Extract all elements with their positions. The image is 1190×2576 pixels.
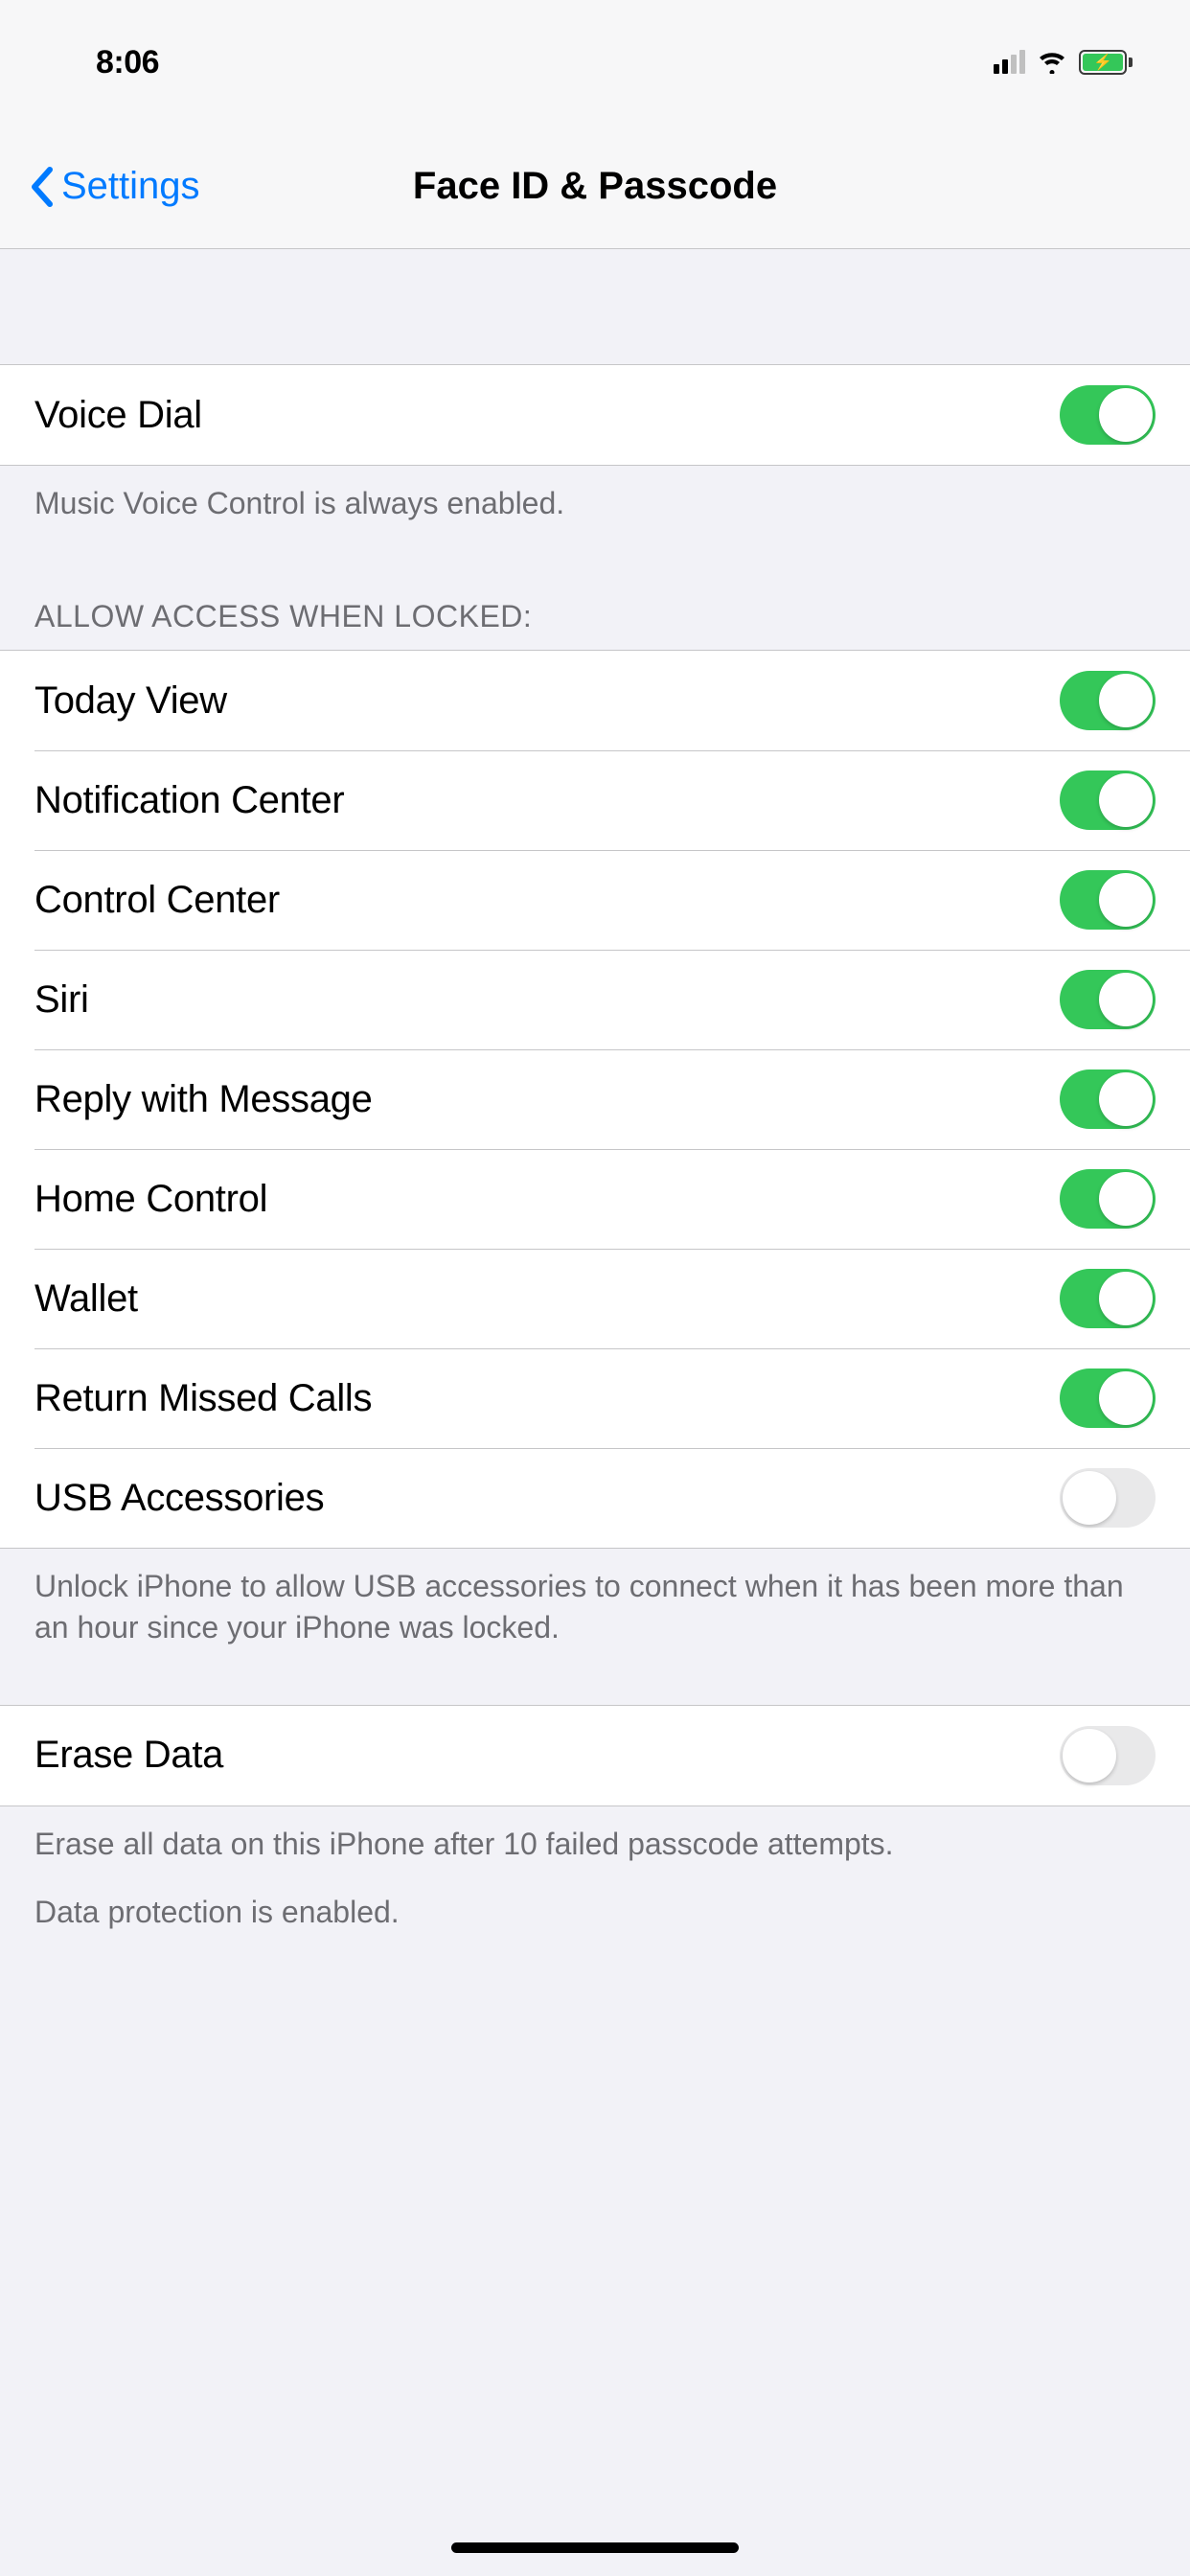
control-center-label: Control Center (34, 879, 280, 922)
wallet-row[interactable]: Wallet (0, 1249, 1190, 1348)
home-indicator[interactable] (451, 2542, 739, 2553)
reply-with-message-toggle[interactable] (1060, 1070, 1156, 1129)
status-indicators: ⚡ (994, 50, 1133, 75)
wifi-icon (1037, 51, 1067, 74)
status-bar: 8:06 ⚡ (0, 0, 1190, 125)
voice-dial-group: Voice Dial (0, 364, 1190, 466)
siri-row[interactable]: Siri (0, 950, 1190, 1049)
spacer (0, 249, 1190, 364)
battery-charging-icon: ⚡ (1079, 50, 1133, 75)
notification-center-toggle[interactable] (1060, 770, 1156, 830)
spacer (0, 1667, 1190, 1705)
return-missed-calls-label: Return Missed Calls (34, 1377, 372, 1420)
home-control-label: Home Control (34, 1178, 267, 1221)
cellular-signal-icon (994, 51, 1025, 74)
wallet-toggle[interactable] (1060, 1269, 1156, 1328)
usb-accessories-footer: Unlock iPhone to allow USB accessories t… (0, 1549, 1190, 1666)
control-center-row[interactable]: Control Center (0, 850, 1190, 950)
erase-data-footer-1: Erase all data on this iPhone after 10 f… (0, 1806, 1190, 1882)
voice-dial-toggle[interactable] (1060, 385, 1156, 445)
erase-data-footer-2: Data protection is enabled. (0, 1882, 1190, 1950)
page-title: Face ID & Passcode (413, 165, 777, 208)
voice-dial-row[interactable]: Voice Dial (0, 365, 1190, 465)
erase-data-row[interactable]: Erase Data (0, 1706, 1190, 1806)
usb-accessories-toggle[interactable] (1060, 1468, 1156, 1528)
siri-label: Siri (34, 978, 89, 1022)
back-label: Settings (61, 165, 200, 208)
chevron-left-icon (29, 166, 56, 208)
erase-data-toggle[interactable] (1060, 1726, 1156, 1785)
home-control-toggle[interactable] (1060, 1169, 1156, 1229)
today-view-toggle[interactable] (1060, 671, 1156, 730)
erase-data-label: Erase Data (34, 1734, 223, 1777)
control-center-toggle[interactable] (1060, 870, 1156, 930)
return-missed-calls-toggle[interactable] (1060, 1368, 1156, 1428)
navigation-bar: Settings Face ID & Passcode (0, 125, 1190, 249)
voice-dial-label: Voice Dial (34, 394, 202, 437)
allow-access-header: ALLOW ACCESS WHEN LOCKED: (0, 541, 1190, 650)
siri-toggle[interactable] (1060, 970, 1156, 1029)
wallet-label: Wallet (34, 1277, 138, 1321)
today-view-row[interactable]: Today View (0, 651, 1190, 750)
status-time: 8:06 (96, 44, 159, 81)
allow-access-group: Today View Notification Center Control C… (0, 650, 1190, 1549)
usb-accessories-label: USB Accessories (34, 1477, 324, 1520)
voice-dial-footer: Music Voice Control is always enabled. (0, 466, 1190, 541)
usb-accessories-row[interactable]: USB Accessories (0, 1448, 1190, 1548)
return-missed-calls-row[interactable]: Return Missed Calls (0, 1348, 1190, 1448)
notification-center-row[interactable]: Notification Center (0, 750, 1190, 850)
reply-with-message-label: Reply with Message (34, 1078, 373, 1121)
home-control-row[interactable]: Home Control (0, 1149, 1190, 1249)
erase-data-group: Erase Data (0, 1705, 1190, 1806)
today-view-label: Today View (34, 679, 227, 723)
reply-with-message-row[interactable]: Reply with Message (0, 1049, 1190, 1149)
back-button[interactable]: Settings (29, 165, 200, 208)
notification-center-label: Notification Center (34, 779, 344, 822)
